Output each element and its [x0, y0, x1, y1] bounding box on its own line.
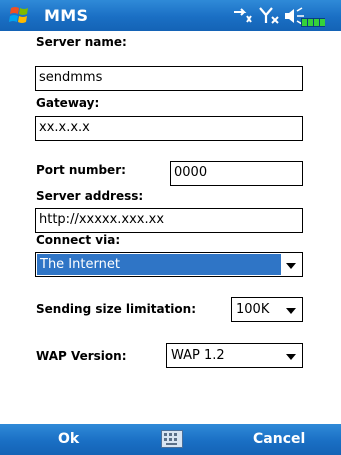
chevron-down-icon[interactable]: [286, 263, 296, 269]
connect-via-label: Connect via:: [36, 233, 121, 247]
keyboard-icon[interactable]: [161, 430, 183, 448]
app-title: MMS: [44, 6, 89, 25]
port-number-label: Port number:: [36, 163, 126, 177]
wap-version-label: WAP Version:: [36, 349, 127, 363]
gateway-label: Gateway:: [36, 96, 100, 110]
sending-size-value: 100K: [236, 302, 270, 317]
chevron-down-icon[interactable]: [286, 354, 296, 360]
chevron-down-icon[interactable]: [286, 308, 296, 314]
wap-version-value: WAP 1.2: [171, 348, 225, 363]
ok-button[interactable]: Ok: [58, 431, 79, 447]
windows-start-icon[interactable]: [8, 4, 34, 27]
server-name-label: Server name:: [36, 35, 127, 49]
soft-key-bar: Ok Cancel: [0, 424, 341, 455]
cancel-button[interactable]: Cancel: [253, 431, 305, 447]
battery-icon[interactable]: [301, 18, 327, 27]
wap-version-select[interactable]: WAP 1.2: [166, 343, 303, 368]
title-bar: MMS: [0, 0, 341, 31]
sending-size-select[interactable]: 100K: [231, 297, 303, 322]
data-connection-icon[interactable]: [231, 6, 253, 26]
connect-via-select[interactable]: The Internet: [35, 252, 303, 277]
port-number-input[interactable]: 0000: [170, 161, 303, 186]
server-address-label: Server address:: [36, 189, 144, 203]
connect-via-value: The Internet: [40, 257, 120, 272]
signal-icon[interactable]: [259, 6, 281, 26]
server-address-input[interactable]: http://xxxxx.xxx.xx: [35, 208, 303, 233]
gateway-input[interactable]: xx.x.x.x: [35, 116, 303, 141]
server-name-input[interactable]: sendmms: [35, 66, 303, 91]
sending-size-label: Sending size limitation:: [36, 302, 197, 316]
